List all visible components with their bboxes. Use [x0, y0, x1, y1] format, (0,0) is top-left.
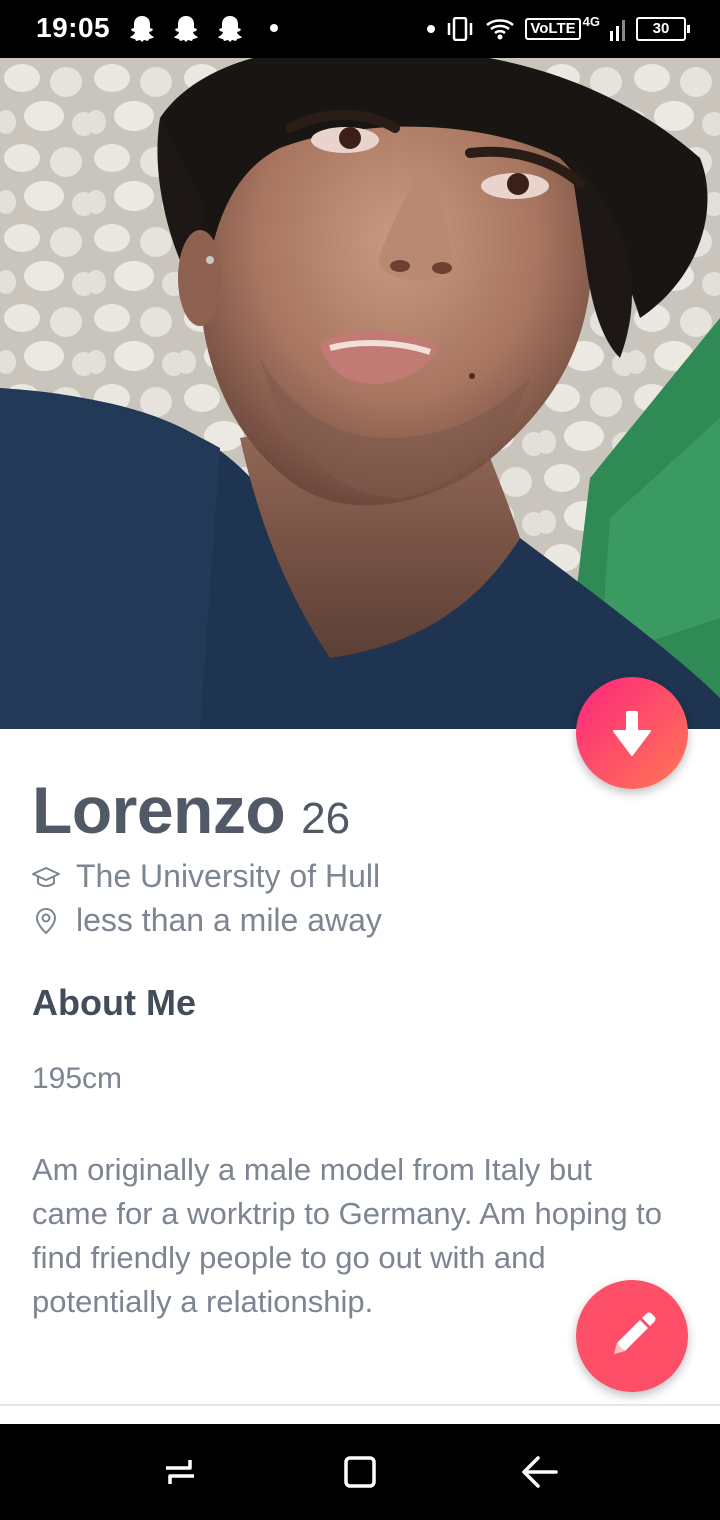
profile-photo[interactable]	[0, 58, 720, 729]
collapse-profile-button[interactable]	[576, 677, 688, 789]
status-indicators: VoLTE 4G 30	[427, 13, 690, 45]
signal-icon	[610, 20, 625, 41]
back-icon[interactable]	[518, 1452, 562, 1492]
status-bar: 19:05 VoLTE 4G 30	[0, 0, 720, 58]
arrow-down-icon	[613, 711, 651, 756]
snapchat-ghost-icon	[130, 16, 154, 42]
volte-badge: VoLTE	[525, 18, 581, 40]
vibrate-icon	[448, 17, 473, 41]
school-name: The University of Hull	[76, 858, 381, 894]
system-nav-bar	[0, 1424, 720, 1520]
profile-name-row: Lorenzo 26	[32, 772, 350, 848]
battery-level: 30	[652, 20, 670, 37]
profile-age: 26	[301, 794, 351, 843]
divider	[0, 1404, 720, 1406]
notification-dot-icon	[427, 25, 436, 33]
snapchat-ghost-icon	[218, 16, 242, 42]
profile-photo-image	[0, 58, 720, 729]
home-icon[interactable]	[338, 1452, 382, 1492]
distance-row: less than a mile away	[32, 902, 382, 939]
graduation-cap-icon	[32, 863, 60, 891]
location-pin-icon	[32, 907, 60, 935]
height-value: 195cm	[32, 1062, 123, 1095]
notification-dot-icon	[270, 24, 278, 32]
network-type: 4G	[582, 13, 600, 29]
battery-icon: 30	[636, 17, 690, 41]
pencil-icon	[614, 1312, 656, 1354]
school-row: The University of Hull	[32, 858, 380, 895]
snapchat-ghost-icon	[174, 16, 198, 42]
recent-apps-icon[interactable]	[158, 1452, 202, 1492]
profile-name: Lorenzo	[32, 773, 286, 847]
wifi-icon	[486, 19, 515, 40]
status-time: 19:05	[36, 12, 111, 43]
about-me-heading: About Me	[32, 982, 196, 1023]
bio-text: Am originally a male model from Italy bu…	[32, 1152, 663, 1319]
edit-profile-button[interactable]	[576, 1280, 688, 1392]
distance-text: less than a mile away	[76, 902, 382, 938]
